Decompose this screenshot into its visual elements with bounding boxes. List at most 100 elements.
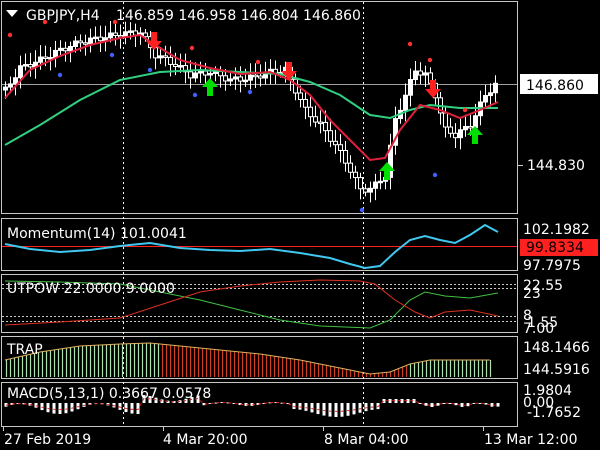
candle-body xyxy=(83,42,88,45)
candle-body xyxy=(328,130,333,142)
fractal-dot xyxy=(255,59,261,65)
candle-body xyxy=(483,95,488,103)
time-label: 8 Mar 04:00 xyxy=(324,432,409,448)
candle-body xyxy=(473,115,478,129)
candle-body xyxy=(203,70,208,76)
fractal-dot xyxy=(247,89,253,95)
candle-body xyxy=(228,78,233,82)
macd-bar xyxy=(64,403,68,414)
sell-arrow-icon xyxy=(425,80,441,98)
current-price-label: 146.860 xyxy=(526,78,584,94)
candle-body xyxy=(38,56,43,63)
candle-body xyxy=(343,149,348,164)
macd-bar xyxy=(424,403,428,406)
macd-bar xyxy=(46,403,50,413)
candle-body xyxy=(188,71,193,79)
candle-body xyxy=(368,187,373,193)
macd-bar xyxy=(136,403,140,414)
momentum-tick-low: 97.7975 xyxy=(523,258,581,274)
candle-body xyxy=(248,74,253,81)
candle-body xyxy=(258,75,263,79)
macd-bar xyxy=(310,403,314,413)
candle-body xyxy=(353,171,358,179)
candle-body xyxy=(408,79,413,96)
chart-canvas[interactable]: GBPJPY,H4 146.859 146.958 146.804 146.86… xyxy=(0,0,600,450)
time-label: 4 Mar 20:00 xyxy=(163,432,248,448)
candle-body xyxy=(243,79,248,83)
candle-body xyxy=(468,125,473,129)
macd-bar xyxy=(58,403,62,414)
macd-bar xyxy=(460,403,464,407)
candle-body xyxy=(348,162,353,173)
fast-moving-average xyxy=(4,33,499,162)
candle-body xyxy=(173,63,178,67)
candle-body xyxy=(23,64,28,67)
candle-body xyxy=(58,47,63,51)
momentum-label: Momentum(14) 101.0041 xyxy=(7,226,187,242)
candle-body xyxy=(308,106,313,118)
ohlc-readout: 146.859 146.958 146.804 146.860 xyxy=(116,8,361,24)
candle-body xyxy=(3,86,8,91)
price-panel[interactable]: GBPJPY,H4 146.859 146.958 146.804 146.86… xyxy=(2,8,517,213)
trap-line xyxy=(4,342,490,375)
price-axis: 146.860 144.830 xyxy=(518,74,598,174)
candle-body xyxy=(143,32,148,38)
candle-body xyxy=(18,65,23,79)
chart-window[interactable]: GBPJPY,H4 146.859 146.958 146.804 146.86… xyxy=(0,0,600,450)
candle-body xyxy=(133,30,138,36)
fractal-dot xyxy=(427,57,433,63)
fractal-dot xyxy=(57,72,63,78)
macd-bar xyxy=(442,403,446,404)
candle-body xyxy=(418,70,423,76)
candle-body xyxy=(373,181,378,189)
fractal-dot xyxy=(407,41,413,47)
macd-panel[interactable]: MACD(5,13,1) 0.3667 0.0578 1.9804 0.00 -… xyxy=(4,383,582,421)
trap-tick-low: 144.5916 xyxy=(523,362,590,378)
fractal-dot xyxy=(192,92,198,98)
candle-body xyxy=(128,30,133,33)
symbol-title: GBPJPY,H4 xyxy=(26,8,100,24)
candle-body xyxy=(43,56,48,60)
macd-bar xyxy=(448,403,452,404)
candle-body xyxy=(313,116,318,123)
fractal-dot xyxy=(109,52,115,58)
trap-histogram xyxy=(5,343,492,377)
utpow-panel[interactable]: UTPOW 22.0000 9.0000 22.55 23 8 1.55 7.0… xyxy=(2,278,563,337)
momentum-tick-high: 102.1982 xyxy=(523,222,590,238)
trap-panel[interactable]: TRAP 148.1466 144.5916 xyxy=(4,340,590,378)
candle-body xyxy=(163,55,168,58)
macd-bar xyxy=(292,403,296,410)
time-label: 27 Feb 2019 xyxy=(4,432,91,448)
macd-bar xyxy=(436,403,440,406)
macd-bar xyxy=(334,403,338,417)
candlesticks xyxy=(3,21,498,203)
candle-body xyxy=(193,72,198,79)
macd-bar xyxy=(322,403,326,416)
candle-body xyxy=(403,94,408,111)
candle-body xyxy=(68,46,73,52)
macd-bar xyxy=(130,403,134,414)
macd-bar xyxy=(496,403,500,407)
candle-body xyxy=(93,36,98,40)
candle-body xyxy=(223,75,228,82)
buy-arrow-icon xyxy=(467,126,483,144)
macd-tick-low: -1.7652 xyxy=(527,405,581,421)
macd-bar xyxy=(364,403,368,412)
momentum-panel[interactable]: Momentum(14) 101.0041 102.1982 99.8334 9… xyxy=(2,222,598,274)
candle-body xyxy=(448,126,453,134)
candle-body xyxy=(443,112,448,128)
symbol-dropdown-icon[interactable] xyxy=(6,10,18,17)
candle-body xyxy=(338,144,343,151)
macd-bar xyxy=(418,403,422,404)
utpow-label: UTPOW 22.0000 9.0000 xyxy=(7,281,175,297)
candle-body xyxy=(78,40,83,44)
utpow-tick: 23 xyxy=(523,286,541,302)
macd-bar xyxy=(124,403,128,413)
candle-body xyxy=(178,65,183,68)
fractal-dot xyxy=(189,45,195,51)
macd-bar xyxy=(352,403,356,415)
candle-body xyxy=(493,82,498,94)
macd-bar xyxy=(370,403,374,410)
candle-body xyxy=(318,121,323,125)
macd-bar xyxy=(298,403,302,410)
